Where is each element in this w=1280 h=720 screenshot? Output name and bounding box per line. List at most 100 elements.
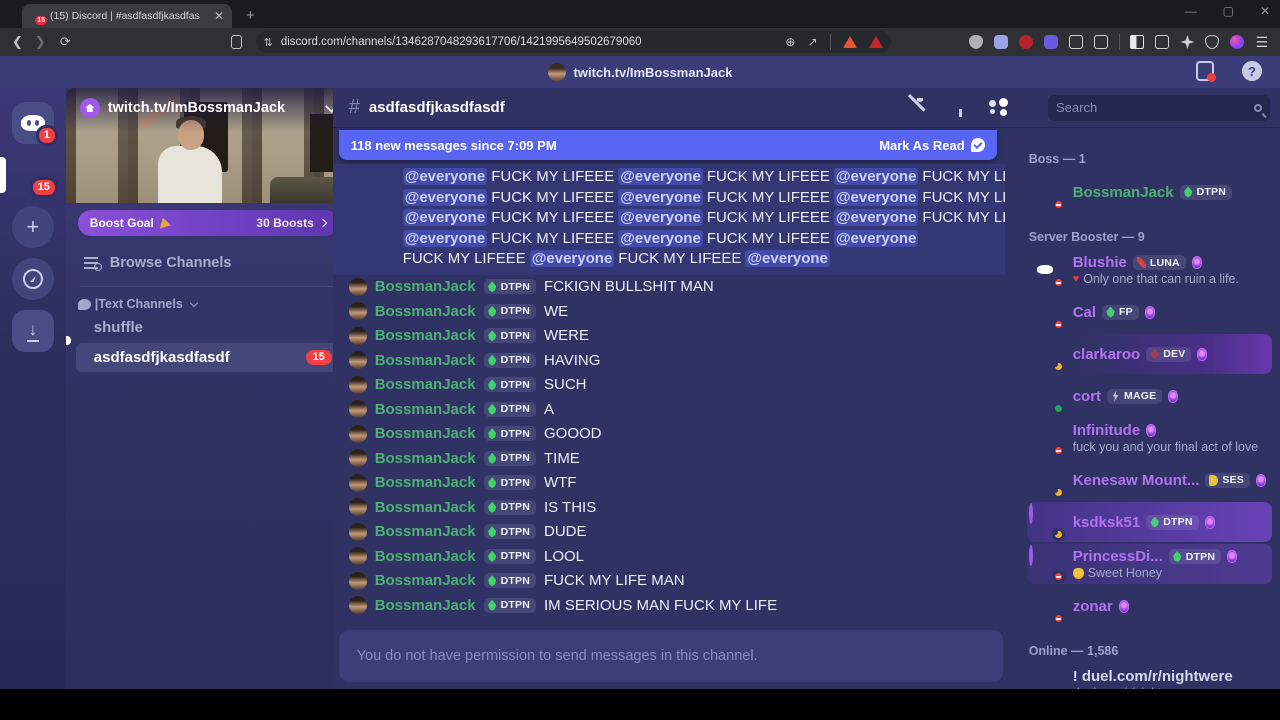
member-name[interactable]: Kenesaw Mount...	[1073, 472, 1200, 489]
message-author[interactable]: BossmanJack	[375, 597, 476, 614]
minimize-icon[interactable]: —	[1185, 4, 1197, 18]
notifications-muted-icon[interactable]	[913, 98, 933, 118]
home-button[interactable]: 1	[11, 102, 58, 146]
browser-action-icon[interactable]	[1230, 35, 1245, 49]
member-name[interactable]: BossmanJack	[1073, 184, 1174, 201]
member-name[interactable]: zonar	[1073, 598, 1113, 615]
search-input[interactable]: Search	[1048, 94, 1270, 121]
message-row[interactable]: BossmanJack DTPN DUDE	[333, 520, 1005, 545]
avatar[interactable]	[348, 326, 367, 345]
member-row[interactable]: cort MAGE	[1027, 376, 1272, 416]
member-name[interactable]: Cal	[1073, 304, 1096, 321]
message-row[interactable]: BossmanJack DTPN WE	[333, 299, 1005, 324]
extension-icon[interactable]	[993, 35, 1008, 49]
message-author[interactable]: BossmanJack	[375, 425, 476, 442]
avatar[interactable]	[348, 473, 367, 492]
member-row[interactable]: PrincessDi... DTPN Sweet Honey	[1026, 544, 1272, 584]
message-row[interactable]: BossmanJack DTPN FUCK MY LIFE MAN	[333, 569, 1005, 594]
message-author[interactable]: BossmanJack	[375, 450, 476, 467]
avatar[interactable]	[348, 547, 367, 566]
server-header[interactable]: twitch.tv/ImBossmanJack	[66, 88, 333, 128]
mark-as-read-button[interactable]: Mark As Read	[879, 138, 985, 153]
message-row[interactable]: BossmanJack DTPN TIME	[333, 446, 1005, 471]
member-name[interactable]: cort	[1073, 388, 1101, 405]
extension-icon[interactable]	[1093, 35, 1108, 49]
member-name[interactable]: ! duel.com/r/nightwere	[1073, 668, 1233, 685]
browser-tab[interactable]: 15 (15) Discord | #asdfasdfjkasdfas ✕	[22, 4, 232, 28]
browser-action-icon[interactable]	[1180, 35, 1195, 49]
server-icon-bossmanjack[interactable]: 15	[0, 154, 58, 198]
reload-icon[interactable]: ⟳	[60, 34, 71, 50]
member-name[interactable]: PrincessDi...	[1073, 548, 1163, 565]
message-row[interactable]: BossmanJack DTPN HAVING	[333, 348, 1005, 373]
extension-icon[interactable]	[1018, 35, 1033, 49]
site-settings-icon[interactable]: ⇅	[264, 36, 273, 49]
extension-icon[interactable]	[1043, 35, 1058, 49]
avatar[interactable]	[348, 277, 367, 296]
channel-item[interactable]: shuffle	[76, 313, 333, 342]
message-author[interactable]: BossmanJack	[375, 499, 476, 516]
avatar[interactable]	[348, 522, 367, 541]
maximize-icon[interactable]: ▢	[1223, 4, 1234, 18]
avatar[interactable]	[348, 400, 367, 419]
message-row[interactable]: BossmanJack DTPN WTF	[333, 471, 1005, 496]
message-author[interactable]: BossmanJack	[375, 303, 476, 320]
avatar[interactable]	[348, 424, 367, 443]
member-row[interactable]: zonar	[1027, 586, 1272, 626]
message-author[interactable]: BossmanJack	[375, 523, 476, 540]
discover-button[interactable]	[11, 258, 54, 300]
mention-message[interactable]: @everyone FUCK MY LIFEEE @everyone FUCK MY …	[332, 164, 1005, 275]
message-row[interactable]: BossmanJack DTPN IS THIS	[333, 495, 1005, 520]
message-author[interactable]: BossmanJack	[375, 548, 476, 565]
avatar[interactable]	[1028, 503, 1033, 524]
download-apps-button[interactable]: ↓	[11, 310, 54, 352]
close-icon[interactable]: ✕	[1260, 4, 1270, 18]
back-icon[interactable]: ❮	[12, 34, 23, 50]
threads-icon[interactable]	[871, 98, 891, 118]
member-name[interactable]: ksdksk51	[1073, 514, 1141, 531]
avatar[interactable]	[348, 375, 367, 394]
tab-close-icon[interactable]: ✕	[214, 10, 224, 22]
member-row[interactable]: Kenesaw Mount... SES	[1027, 460, 1272, 500]
new-messages-bar[interactable]: 118 new messages since 7:09 PM Mark As R…	[338, 130, 997, 160]
browser-action-icon[interactable]	[1205, 35, 1220, 49]
avatar[interactable]	[348, 498, 367, 517]
member-name[interactable]: clarkaroo	[1073, 346, 1141, 363]
member-row[interactable]: ! duel.com/r/nightwere duel.com/r/nightw…	[1027, 664, 1272, 689]
boost-goal-bar[interactable]: Boost Goal 30 Boosts	[77, 210, 333, 236]
member-list-icon[interactable]	[997, 98, 1017, 118]
member-row[interactable]: Infinitude fuck you and your final act o…	[1027, 418, 1272, 458]
avatar[interactable]	[348, 302, 367, 321]
avatar[interactable]	[1028, 545, 1033, 566]
member-row[interactable]: Blushie LUNA ♥ Only one that can ruin a …	[1027, 250, 1272, 290]
menu-icon[interactable]: ☰	[1255, 34, 1268, 51]
inbox-icon[interactable]	[1196, 61, 1216, 82]
message-author[interactable]: BossmanJack	[375, 352, 476, 369]
message-scroll[interactable]: @everyone FUCK MY LIFEEE @everyone FUCK MY …	[332, 160, 1005, 689]
help-icon[interactable]: ?	[1242, 61, 1262, 81]
message-author[interactable]: BossmanJack	[375, 278, 476, 295]
pinned-messages-icon[interactable]	[955, 98, 975, 118]
add-server-button[interactable]: +	[11, 206, 54, 248]
member-row[interactable]: ksdksk51 DTPN	[1026, 502, 1272, 542]
browser-action-icon[interactable]	[1130, 35, 1145, 49]
member-name[interactable]: Blushie	[1073, 254, 1127, 271]
category-text-channels[interactable]: |Text Channels	[77, 297, 333, 311]
message-row[interactable]: BossmanJack DTPN GOOOD	[333, 422, 1005, 447]
message-row[interactable]: BossmanJack DTPN IM SERIOUS MAN FUCK MY …	[333, 593, 1005, 618]
member-list[interactable]: Boss — 1 BossmanJack DTPN Server Booster…	[1005, 128, 1280, 689]
brave-shields-icon[interactable]	[842, 36, 857, 48]
channel-item[interactable]: asdfasdfjkasdfasdf 15	[75, 343, 333, 372]
message-author[interactable]: BossmanJack	[375, 474, 476, 491]
avatar[interactable]	[348, 571, 367, 590]
browse-channels-item[interactable]: Browse Channels	[76, 248, 333, 278]
member-row[interactable]: BossmanJack DTPN	[1027, 172, 1272, 212]
forward-icon[interactable]: ❯	[35, 34, 46, 50]
avatar[interactable]	[348, 351, 367, 370]
address-bar[interactable]: ⇅ discord.com/channels/13462870482936177…	[255, 31, 891, 53]
share-icon[interactable]: ↗	[807, 35, 817, 49]
message-row[interactable]: BossmanJack DTPN SUCH	[333, 373, 1005, 398]
message-author[interactable]: BossmanJack	[375, 401, 476, 418]
message-author[interactable]: BossmanJack	[375, 376, 476, 393]
message-row[interactable]: BossmanJack DTPN LOOL	[333, 544, 1005, 569]
